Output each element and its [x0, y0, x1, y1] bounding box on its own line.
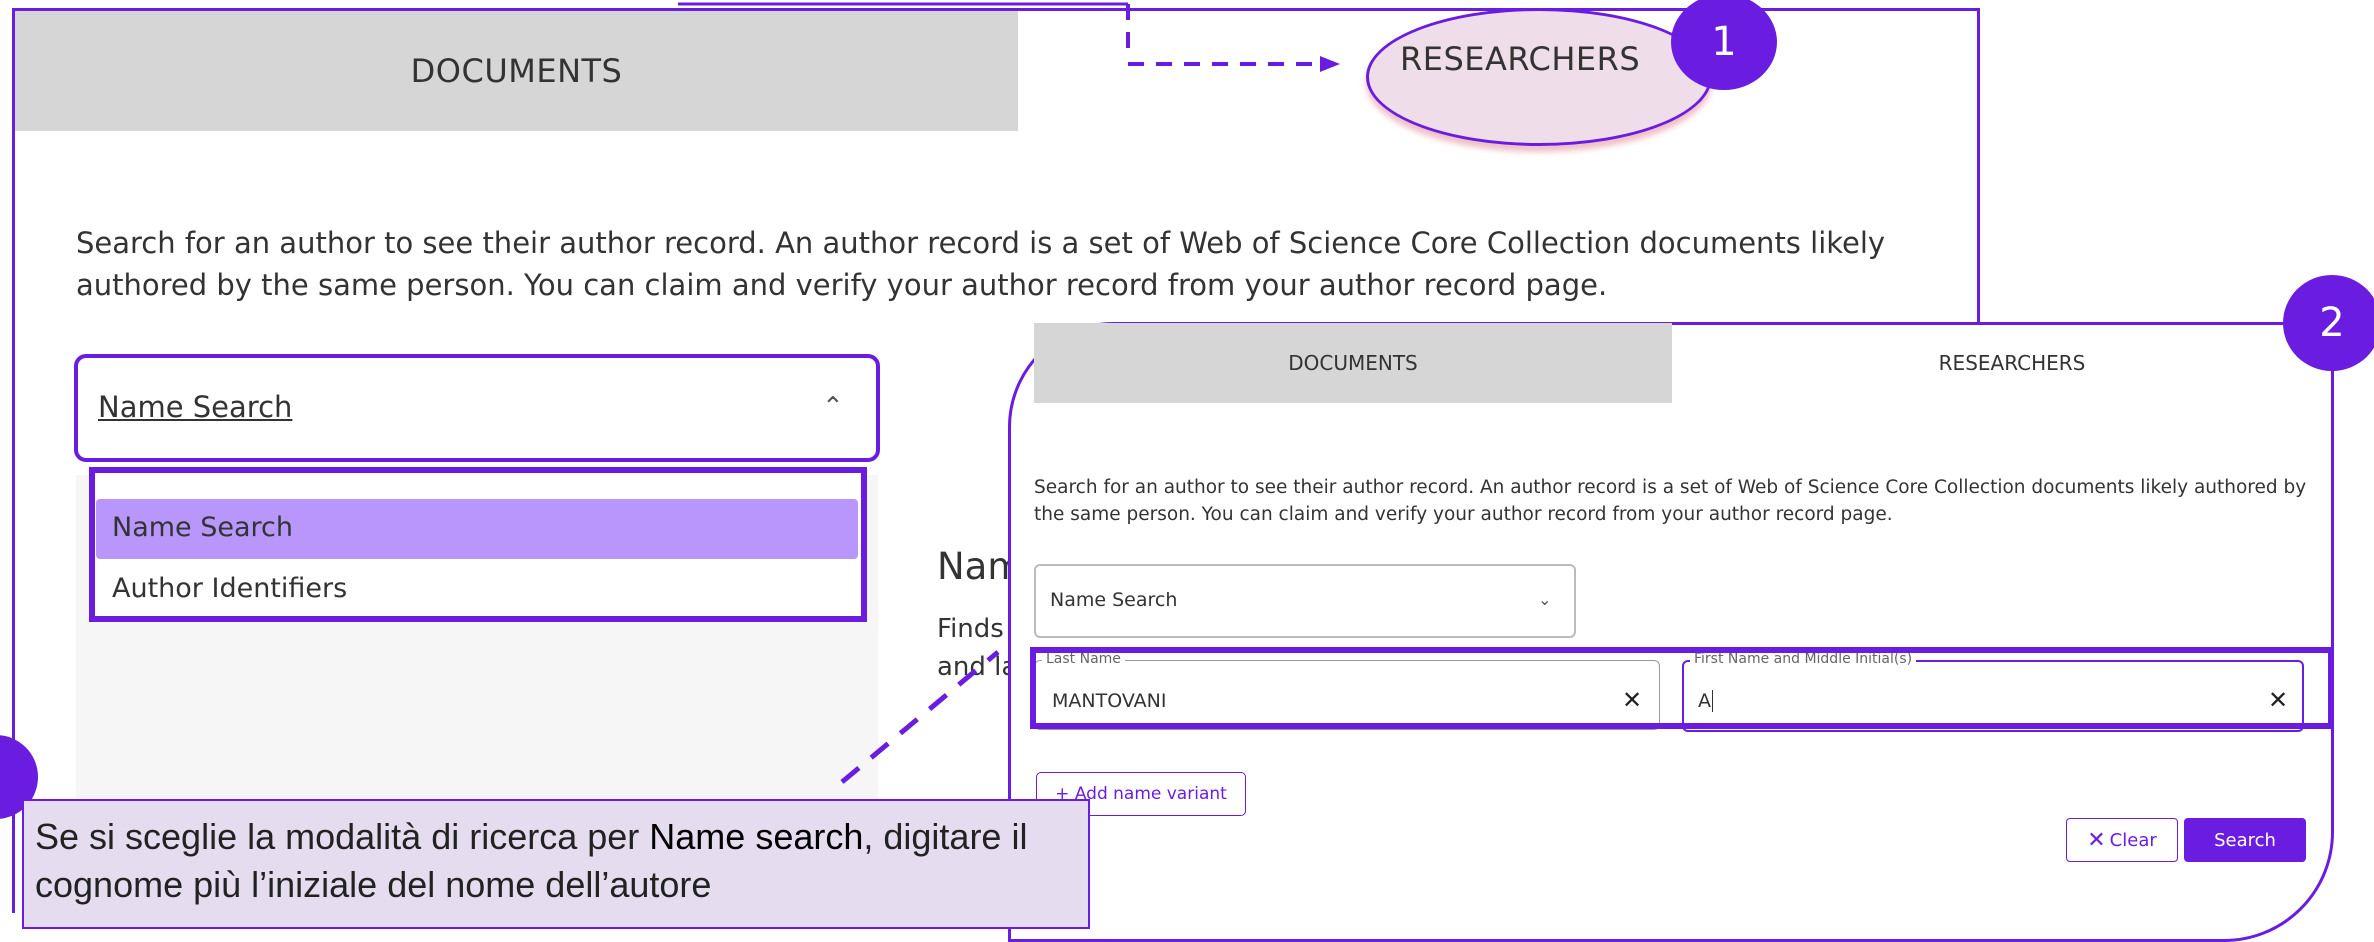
- search-button[interactable]: Search: [2184, 818, 2306, 862]
- note-emphasis: Name search: [649, 816, 864, 857]
- name-fields-highlight: [1030, 647, 2334, 729]
- zoom-tab-researchers[interactable]: RESEARCHERS: [1672, 323, 2352, 403]
- arrow-right-icon: [1320, 56, 1340, 72]
- clear-button-label: Clear: [2109, 829, 2157, 851]
- zoom-search-type-selected-label[interactable]: Name Search: [1050, 589, 1177, 611]
- close-icon: ✕: [2087, 827, 2106, 853]
- callout-number-2: 2: [2283, 275, 2374, 371]
- note-text-before: Se si sceglie la modalità di ricerca per: [35, 816, 650, 857]
- instruction-note: Se si sceglie la modalità di ricerca per…: [22, 799, 1090, 929]
- connector-note-to-panel: [840, 650, 1000, 784]
- zoom-search-description: Search for an author to see their author…: [1034, 477, 2307, 525]
- chevron-down-icon[interactable]: ⌄: [1538, 590, 1551, 609]
- zoom-tab-documents[interactable]: DOCUMENTS: [1034, 323, 1672, 403]
- clear-button[interactable]: ✕ Clear: [2066, 818, 2178, 862]
